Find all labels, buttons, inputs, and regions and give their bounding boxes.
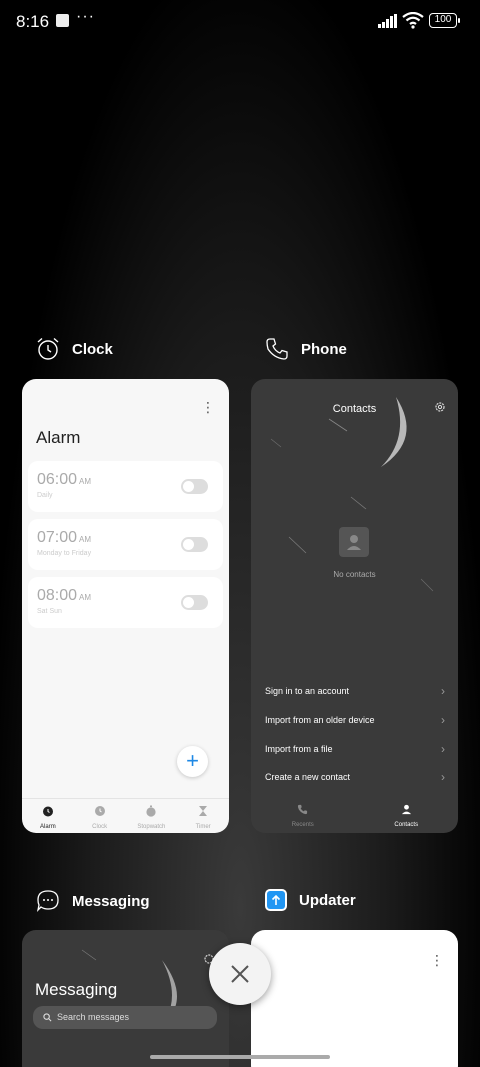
wifi-icon (402, 12, 424, 29)
messaging-app-preview[interactable]: Messaging Search messages (22, 930, 229, 1067)
phone-icon (298, 804, 308, 815)
clock-app-preview[interactable]: ⋮ Alarm 06:00 AM Daily 07:00 AM Monday to … (22, 379, 229, 833)
contact-placeholder-icon (339, 527, 369, 557)
alarm-time-value: 06:00 (37, 471, 78, 488)
option-label: Import from an older device (265, 715, 375, 725)
alarm-ampm: AM (79, 477, 92, 486)
create-contact-option[interactable]: Create a new contact › (265, 770, 445, 784)
alarm-ampm: AM (79, 535, 92, 544)
tab-label: Recents (291, 822, 314, 828)
alarm-time-value: 07:00 (37, 529, 78, 546)
clock-app-name: Clock (72, 340, 113, 358)
home-indicator[interactable] (150, 1055, 330, 1059)
phone-handset-icon (266, 338, 288, 360)
status-time: 8:16 (16, 12, 50, 31)
clock-icon (94, 806, 105, 816)
notification-icon (56, 14, 69, 27)
phone-app-header[interactable]: Phone (265, 337, 347, 361)
more-options-icon[interactable]: ⋮ (201, 399, 215, 416)
alarm-toggle[interactable] (181, 479, 208, 494)
tab-clock[interactable]: Clock (74, 799, 126, 833)
alarm-screen-title: Alarm (36, 428, 81, 447)
settings-gear-icon[interactable] (434, 401, 446, 413)
tab-alarm[interactable]: Alarm (22, 799, 74, 833)
tab-recents[interactable]: Recents (251, 797, 355, 833)
tab-label: Alarm (40, 824, 56, 830)
tab-stopwatch[interactable]: Stopwatch (126, 799, 178, 833)
clock-bottom-nav: Alarm Clock Stopwatch Timer (22, 798, 229, 833)
tab-timer[interactable]: Timer (177, 799, 229, 833)
chevron-right-icon: › (441, 713, 445, 727)
messaging-screen-title: Messaging (35, 980, 118, 999)
battery-indicator: 100 (429, 13, 460, 28)
updater-app-preview[interactable]: ⋮ (251, 930, 458, 1067)
chevron-right-icon: › (441, 684, 445, 698)
chevron-right-icon: › (441, 770, 445, 784)
messaging-app-name: Messaging (72, 892, 150, 910)
alarm-toggle[interactable] (181, 537, 208, 552)
alarm-time: 06:00 AM (37, 471, 91, 489)
updater-app-name: Updater (299, 891, 356, 909)
tab-label: Timer (195, 824, 211, 830)
no-contacts-text: No contacts (333, 570, 376, 579)
alarm-time: 08:00 AM (37, 587, 91, 605)
alarm-icon (42, 806, 53, 817)
search-icon (43, 1013, 52, 1022)
starry-background (270, 397, 434, 592)
clock-app-header[interactable]: Clock (36, 337, 113, 361)
phone-bottom-nav: Recents Contacts (251, 797, 458, 833)
import-device-option[interactable]: Import from an older device › (265, 713, 445, 727)
tab-label: Stopwatch (137, 824, 166, 830)
messaging-app-header[interactable]: Messaging (36, 889, 150, 913)
stopwatch-icon (146, 805, 156, 817)
close-icon (231, 965, 249, 983)
contacts-title: Contacts (332, 403, 377, 415)
alarm-repeat: Daily (37, 492, 53, 499)
search-messages-input[interactable]: Search messages (33, 1006, 217, 1029)
alarm-time-value: 08:00 (37, 587, 78, 604)
tab-contacts[interactable]: Contacts (355, 797, 459, 833)
tab-label: Clock (92, 824, 108, 830)
alarm-repeat: Sat Sun (37, 608, 62, 615)
alarm-time: 07:00 AM (37, 529, 91, 547)
import-file-option[interactable]: Import from a file › (265, 742, 445, 756)
option-label: Import from a file (265, 744, 333, 754)
phone-app-name: Phone (301, 340, 347, 358)
updater-app-header[interactable]: Updater (265, 889, 356, 911)
option-label: Sign in to an account (265, 686, 350, 696)
clear-all-button[interactable] (209, 943, 271, 1005)
signal-icon (378, 14, 397, 28)
person-icon (401, 804, 411, 815)
alarm-clock-icon (37, 337, 59, 360)
option-label: Create a new contact (265, 772, 351, 782)
chat-bubble-icon (36, 890, 59, 912)
alarm-repeat: Monday to Friday (37, 550, 92, 557)
chevron-right-icon: › (441, 742, 445, 756)
alarm-row[interactable]: 08:00 AM Sat Sun (28, 577, 223, 628)
more-notifications-icon: ··· (76, 8, 95, 25)
alarm-row[interactable]: 07:00 AM Monday to Friday (28, 519, 223, 570)
alarm-toggle[interactable] (181, 595, 208, 610)
hourglass-icon (199, 806, 208, 816)
search-placeholder: Search messages (57, 1012, 130, 1022)
updater-arrow-icon (265, 889, 287, 911)
sign-in-option[interactable]: Sign in to an account › (265, 684, 445, 698)
tab-label: Contacts (394, 822, 419, 828)
phone-app-preview[interactable]: Contacts No contacts Sign in to an accou… (251, 379, 458, 833)
add-alarm-button[interactable]: + (177, 746, 208, 777)
alarm-row[interactable]: 06:00 AM Daily (28, 461, 223, 512)
status-bar: 8:16 ··· 100 (0, 0, 480, 44)
alarm-ampm: AM (79, 593, 92, 602)
more-options-icon[interactable]: ⋮ (430, 952, 444, 969)
